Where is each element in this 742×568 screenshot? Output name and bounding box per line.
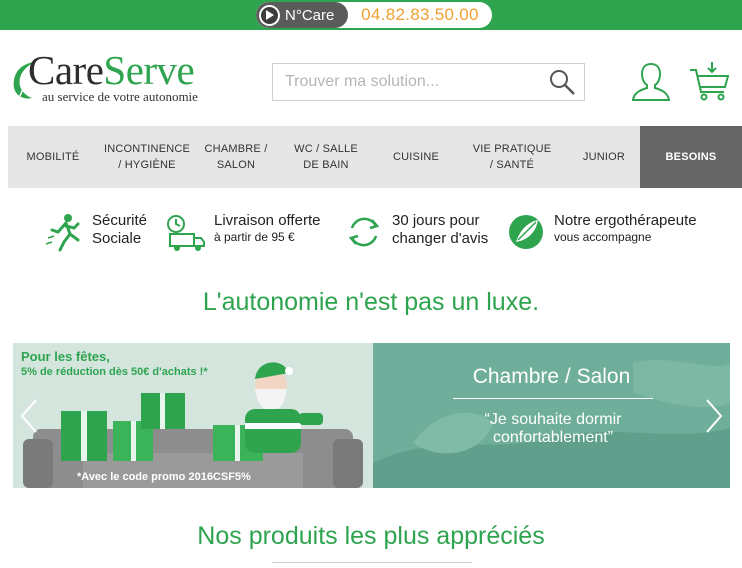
play-icon bbox=[259, 4, 280, 26]
phone-number[interactable]: 04.82.83.50.00 bbox=[348, 2, 492, 28]
reassurance-title: Notre ergothérapeute bbox=[554, 212, 697, 229]
carousel-prev-icon[interactable] bbox=[19, 398, 39, 434]
category-title: Chambre / Salon bbox=[472, 365, 631, 388]
search-input[interactable] bbox=[273, 65, 540, 99]
promo-banner[interactable]: Pour les fêtes, 5% de réduction dès 50€ … bbox=[13, 343, 373, 488]
cart-icon[interactable] bbox=[688, 60, 730, 102]
section-title: Nos produits les plus appréciés bbox=[197, 522, 545, 550]
nav-item-besoins[interactable]: BESOINS bbox=[640, 126, 742, 188]
santa-sofa-illustration bbox=[13, 343, 373, 488]
category-quote: “Je souhaite dormir confortablement” bbox=[484, 411, 622, 446]
promo-code-text: *Avec le code promo 2016CSF5% bbox=[77, 471, 251, 483]
reassurance-ergotherapeute[interactable]: Notre ergothérapeute vous accompagne bbox=[506, 212, 697, 252]
reassurance-title: Livraison offerte bbox=[214, 212, 321, 229]
reassurance-securite-sociale[interactable]: Sécurité Sociale bbox=[44, 212, 147, 252]
nav-item-chambre[interactable]: CHAMBRE / SALON bbox=[196, 126, 276, 188]
leaf-badge-icon bbox=[509, 215, 543, 249]
reassurance-livraison[interactable]: Livraison offerte à partir de 95 € bbox=[166, 212, 320, 252]
running-person-icon bbox=[45, 214, 80, 252]
category-divider bbox=[453, 398, 653, 399]
logo-serve: Serve bbox=[103, 47, 195, 93]
promo-line-2: 5% de réduction dès 50€ d'achats !* bbox=[21, 366, 208, 378]
user-account-icon[interactable] bbox=[630, 60, 672, 102]
category-banner[interactable]: Chambre / Salon “Je souhaite dormir conf… bbox=[373, 343, 730, 488]
ncare-label: N°Care bbox=[285, 6, 335, 24]
refresh-arrows-icon bbox=[348, 217, 380, 247]
nav-item-mobilite[interactable]: MOBILITÉ bbox=[8, 126, 98, 188]
search-box bbox=[272, 63, 585, 101]
main-nav: MOBILITÉ INCONTINENCE / HYGIÈNE CHAMBRE … bbox=[8, 126, 742, 188]
ncare-label-box: N°Care bbox=[256, 2, 348, 28]
nav-item-cuisine[interactable]: CUISINE bbox=[376, 126, 456, 188]
reassurance-30-jours[interactable]: 30 jours pour changer d'avis bbox=[344, 212, 488, 252]
promo-line-1: Pour les fêtes, bbox=[21, 349, 110, 364]
search-icon bbox=[550, 70, 575, 95]
reassurance-title: Sécurité Sociale bbox=[92, 212, 148, 247]
reassurance-subtitle: à partir de 95 € bbox=[214, 230, 295, 244]
section-divider bbox=[272, 562, 472, 563]
logo-care: Care bbox=[28, 47, 104, 93]
phone-contact-pill[interactable]: N°Care 04.82.83.50.00 bbox=[256, 2, 492, 28]
reassurance-subtitle: vous accompagne bbox=[554, 230, 652, 244]
reassurance-row: Sécurité Sociale Livraison offerte à par… bbox=[0, 212, 742, 262]
logo-wordmark: CareServe bbox=[28, 46, 195, 94]
carousel-next-icon[interactable] bbox=[704, 398, 724, 434]
main-tagline: L'autonomie n'est pas un luxe. bbox=[202, 288, 540, 316]
careserve-logo[interactable]: CareServe au service de votre autonomie bbox=[10, 47, 250, 104]
search-button[interactable] bbox=[540, 64, 584, 100]
logo-tagline: au service de votre autonomie bbox=[42, 89, 198, 104]
nav-item-junior[interactable]: JUNIOR bbox=[568, 126, 640, 188]
nav-item-wc[interactable]: WC / SALLE DE BAIN bbox=[276, 126, 376, 188]
delivery-truck-icon bbox=[167, 215, 205, 251]
nav-item-vie-pratique[interactable]: VIE PRATIQUE / SANTÉ bbox=[456, 126, 568, 188]
top-bar: N°Care 04.82.83.50.00 bbox=[0, 0, 742, 30]
reassurance-title: 30 jours pour changer d'avis bbox=[392, 212, 489, 247]
nav-item-incontinence[interactable]: INCONTINENCE / HYGIÈNE bbox=[98, 126, 196, 188]
